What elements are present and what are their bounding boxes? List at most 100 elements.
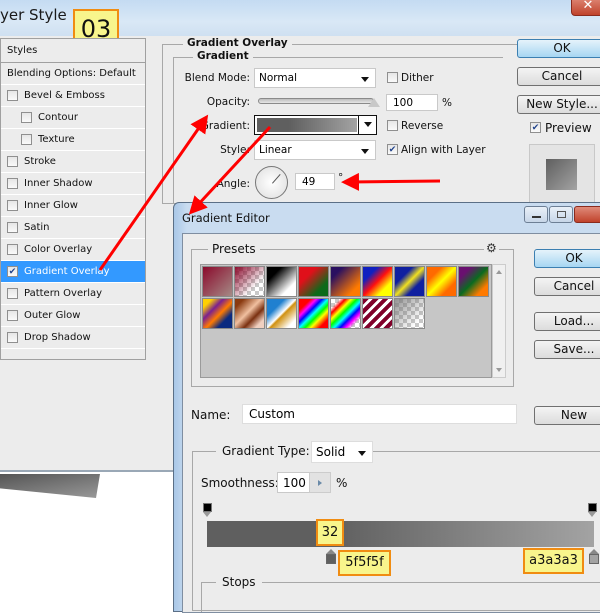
style-item-label: Drop Shadow [24, 332, 91, 343]
style-item-stroke[interactable]: Stroke [1, 151, 145, 173]
style-value: Linear [259, 144, 292, 156]
close-window-button[interactable]: ✕ [571, 0, 600, 16]
preview-checkbox[interactable]: ✔ [530, 122, 541, 133]
style-item-drop-shadow[interactable]: Drop Shadow [1, 327, 145, 349]
preset-swatch[interactable] [426, 266, 457, 297]
style-item-outer-glow[interactable]: Outer Glow [1, 305, 145, 327]
opacity-slider-thumb[interactable] [368, 98, 380, 107]
angle-input[interactable]: 49 [295, 173, 335, 190]
preview-square [546, 159, 577, 190]
gradient-swatch[interactable] [257, 118, 357, 132]
scroll-down-icon[interactable] [496, 368, 502, 372]
ok-button[interactable]: OK [517, 39, 600, 58]
minimize-button[interactable] [524, 206, 548, 223]
blend-mode-select[interactable]: Normal [254, 68, 376, 88]
style-item-texture[interactable]: Texture [1, 129, 145, 151]
style-item-contour[interactable]: Contour [1, 107, 145, 129]
color-stop-2[interactable] [589, 549, 599, 565]
editor-ok-button[interactable]: OK [534, 249, 600, 268]
color-stop-1[interactable] [325, 549, 336, 565]
new-gradient-button[interactable]: New [534, 406, 600, 425]
style-checkbox[interactable] [7, 90, 18, 101]
style-checkbox[interactable] [21, 134, 32, 145]
opacity-input[interactable]: 100 [386, 94, 438, 111]
style-checkbox[interactable] [21, 112, 32, 123]
preview-thumbnail [529, 144, 595, 204]
angle-dial[interactable] [255, 166, 288, 199]
preset-swatch[interactable] [298, 266, 329, 297]
style-checkbox[interactable] [7, 200, 18, 211]
style-checkbox[interactable] [7, 178, 18, 189]
style-checkbox[interactable] [7, 332, 18, 343]
scroll-up-icon[interactable] [496, 270, 502, 274]
blending-options-item[interactable]: Blending Options: Default [1, 63, 145, 85]
style-item-satin[interactable]: Satin [1, 217, 145, 239]
preset-swatch[interactable] [330, 298, 361, 329]
smoothness-input[interactable]: 100 [277, 472, 310, 493]
gradient-picker[interactable] [254, 115, 377, 135]
style-label: Style: [220, 144, 250, 156]
preset-swatch[interactable] [234, 298, 265, 329]
style-item-label: Color Overlay [24, 244, 93, 255]
maximize-button[interactable] [549, 206, 573, 223]
reverse-checkbox[interactable] [387, 120, 398, 131]
style-item-gradient-overlay[interactable]: ✔ Gradient Overlay [1, 261, 145, 283]
preset-swatch[interactable] [394, 298, 425, 329]
style-item-label: Outer Glow [24, 310, 81, 321]
canvas-area [0, 474, 173, 600]
smoothness-percent: % [336, 476, 348, 490]
opacity-stop-right[interactable] [588, 503, 597, 517]
style-checkbox[interactable]: ✔ [7, 266, 18, 277]
opacity-slider-track[interactable] [258, 98, 374, 104]
opacity-percent: % [442, 97, 452, 109]
gear-icon[interactable]: ⚙ [484, 241, 499, 255]
style-checkbox[interactable] [7, 288, 18, 299]
name-input[interactable]: Custom [242, 404, 517, 424]
style-item-inner-shadow[interactable]: Inner Shadow [1, 173, 145, 195]
style-checkbox[interactable] [7, 244, 18, 255]
smoothness-stepper[interactable] [309, 472, 331, 493]
gradient-bar[interactable] [207, 521, 594, 547]
preset-swatch[interactable] [266, 298, 297, 329]
load-button[interactable]: Load... [534, 312, 600, 331]
cancel-button[interactable]: Cancel [517, 67, 600, 86]
align-with-layer-checkbox[interactable]: ✔ [387, 144, 398, 155]
dither-checkbox[interactable] [387, 72, 398, 83]
style-item-pattern-overlay[interactable]: Pattern Overlay [1, 283, 145, 305]
style-select[interactable]: Linear [254, 140, 376, 160]
editor-close-button[interactable] [574, 206, 600, 223]
style-item-inner-glow[interactable]: Inner Glow [1, 195, 145, 217]
styles-header[interactable]: Styles [1, 39, 145, 63]
style-item-label: Gradient Overlay [24, 266, 110, 277]
gradient-type-select[interactable]: Solid [311, 441, 373, 463]
preset-swatch[interactable] [362, 298, 393, 329]
opacity-stop-left[interactable] [203, 503, 212, 517]
preset-swatch[interactable] [298, 298, 329, 329]
preset-swatch[interactable] [394, 266, 425, 297]
editor-cancel-button[interactable]: Cancel [534, 277, 600, 296]
color-stop-swatch [589, 554, 599, 564]
preset-swatch[interactable] [362, 266, 393, 297]
style-checkbox[interactable] [7, 156, 18, 167]
style-item-label: Inner Glow [24, 200, 78, 211]
style-item-color-overlay[interactable]: Color Overlay [1, 239, 145, 261]
preset-swatch[interactable] [202, 298, 233, 329]
gradient-overlay-title: Gradient Overlay [183, 37, 292, 49]
style-checkbox[interactable] [7, 222, 18, 233]
styles-panel: Styles Blending Options: Default Bevel &… [0, 38, 146, 360]
opacity-stop-icon [588, 503, 597, 512]
angle-label: Angle: [216, 178, 250, 190]
preset-swatch[interactable] [234, 266, 265, 297]
preset-swatch[interactable] [202, 266, 233, 297]
preset-swatch[interactable] [330, 266, 361, 297]
new-style-button[interactable]: New Style... [517, 95, 600, 114]
style-item-bevel-emboss[interactable]: Bevel & Emboss [1, 85, 145, 107]
preset-swatch[interactable] [266, 266, 297, 297]
save-button[interactable]: Save... [534, 340, 600, 359]
style-checkbox[interactable] [7, 310, 18, 321]
chevron-down-icon [361, 149, 369, 154]
preset-swatch[interactable] [458, 266, 489, 297]
presets-scrollbar[interactable] [492, 264, 506, 378]
gradient-dropdown-button[interactable] [358, 116, 376, 134]
gradient-group-title: Gradient [193, 50, 253, 62]
